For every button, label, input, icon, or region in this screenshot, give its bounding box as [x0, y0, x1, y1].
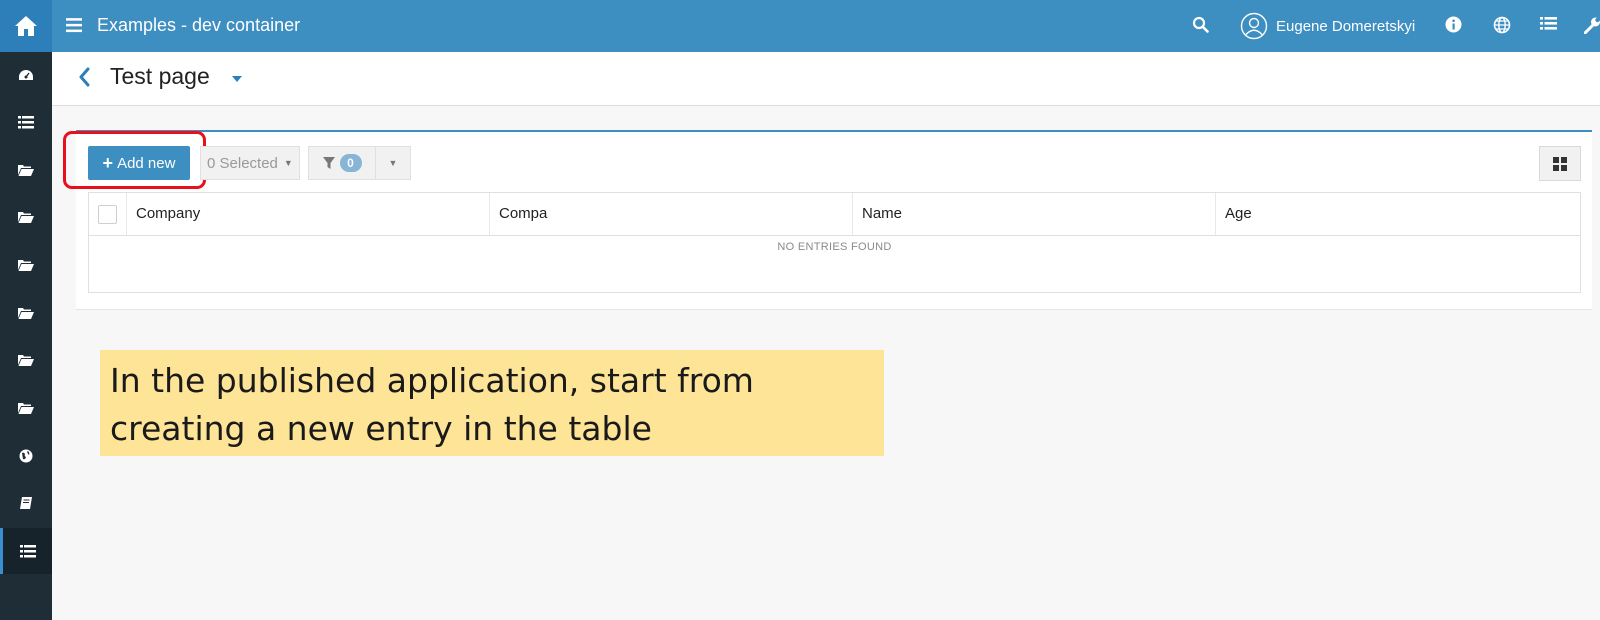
sidebar-item-folder-2[interactable]: [0, 194, 52, 240]
data-table: Company Compa Name Age NO ENTRIES FOUND: [88, 192, 1581, 293]
empty-state-text: NO ENTRIES FOUND: [777, 241, 892, 253]
filter-icon: [322, 157, 335, 169]
home-icon: [15, 16, 37, 36]
list-icon[interactable]: [1540, 16, 1557, 31]
sidebar: [0, 0, 52, 620]
dashboard-icon: [19, 70, 33, 80]
grid-icon: [1553, 156, 1567, 171]
app-title: Examples - dev container: [97, 15, 301, 35]
home-button[interactable]: [0, 0, 52, 52]
sidebar-item-list-active[interactable]: [0, 528, 52, 574]
globe-icon: [19, 449, 33, 463]
view-toggle-button[interactable]: [1539, 146, 1581, 181]
globe-icon[interactable]: [1493, 16, 1511, 34]
column-header-name[interactable]: Name: [852, 193, 1215, 235]
column-header-compa[interactable]: Compa: [489, 193, 852, 235]
select-all-checkbox[interactable]: [98, 205, 117, 224]
chevron-down-icon[interactable]: [232, 76, 242, 82]
book-icon: [20, 497, 32, 509]
folder-open-icon: [18, 403, 34, 414]
page-header: Test page: [52, 52, 1600, 106]
back-icon[interactable]: [78, 67, 90, 87]
sidebar-item-folder-5[interactable]: [0, 337, 52, 383]
sidebar-item-globe[interactable]: [0, 433, 52, 479]
folder-open-icon: [18, 260, 34, 271]
table-header: Company Compa Name Age: [89, 193, 1580, 236]
caret-down-icon: ▼: [283, 158, 293, 168]
filter-menu-button[interactable]: ▼: [375, 146, 411, 180]
search-icon[interactable]: [1192, 16, 1209, 33]
folder-open-icon: [18, 355, 34, 366]
top-bar: Examples - dev container Eugene Domerets…: [52, 0, 1600, 52]
user-name: Eugene Domeretskyi: [1276, 17, 1416, 35]
menu-icon[interactable]: [66, 17, 82, 33]
folder-open-icon: [18, 308, 34, 319]
sidebar-item-folder-4[interactable]: [0, 290, 52, 336]
caret-down-icon: ▼: [388, 158, 398, 168]
selected-dropdown[interactable]: 0 Selected ▼: [200, 146, 300, 180]
column-header-company[interactable]: Company: [126, 193, 489, 235]
sidebar-item-folder-1[interactable]: [0, 147, 52, 193]
sidebar-item-book[interactable]: [0, 480, 52, 526]
user-menu[interactable]: Eugene Domeretskyi: [1240, 12, 1415, 40]
filter-count-badge: 0: [339, 154, 362, 172]
highlight-marker: [63, 131, 206, 189]
column-header-age[interactable]: Age: [1215, 193, 1580, 235]
sidebar-item-list[interactable]: [0, 99, 52, 145]
instruction-callout: In the published application, start from…: [100, 350, 884, 456]
folder-open-icon: [18, 165, 34, 176]
wrench-icon[interactable]: [1584, 16, 1600, 34]
list-icon: [19, 544, 36, 557]
page-title: Test page: [110, 63, 210, 89]
filter-button[interactable]: 0: [308, 146, 376, 180]
callout-line-1: In the published application, start from: [110, 361, 754, 400]
selected-label: 0 Selected: [207, 154, 278, 172]
folder-open-icon: [18, 212, 34, 223]
user-avatar-icon: [1240, 12, 1268, 40]
callout-line-2: creating a new entry in the table: [110, 409, 652, 448]
sidebar-item-dashboard[interactable]: [0, 53, 52, 99]
sidebar-item-folder-3[interactable]: [0, 242, 52, 288]
info-icon[interactable]: [1445, 16, 1462, 33]
sidebar-item-folder-6[interactable]: [0, 385, 52, 431]
list-icon: [18, 115, 34, 128]
